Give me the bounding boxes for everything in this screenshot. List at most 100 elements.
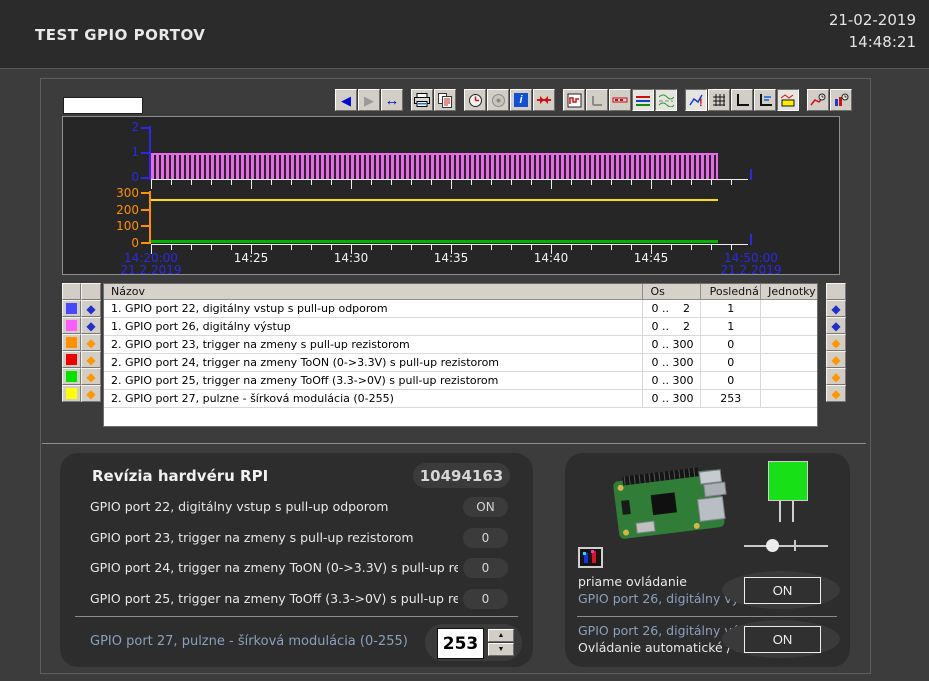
copy-icon[interactable] (434, 89, 456, 111)
gpio22-label: GPIO port 22, digitálny vstup s pull-up … (90, 497, 458, 517)
auto-control-line2: Ovládanie automatické / dialógové (578, 639, 745, 656)
slider-handle[interactable] (766, 539, 779, 552)
date-display: 21-02-2019 (829, 9, 916, 31)
table-row[interactable]: 1. GPIO port 26, digitálny výstup0 .. 21 (104, 318, 817, 336)
gpio25-label: GPIO port 25, trigger na zmeny ToOff (3.… (90, 589, 458, 609)
grid-icon[interactable] (708, 89, 730, 111)
gpio26-panel: priame ovládanie GPIO port 26, digitálny… (565, 453, 850, 667)
series-marker-button[interactable] (81, 334, 101, 351)
fit-time-axis-icon[interactable]: ↔ (381, 89, 403, 111)
series-marker-button[interactable] (81, 385, 101, 402)
series-color-swatch (66, 303, 77, 314)
trends-list-icon[interactable] (632, 89, 654, 111)
col-header-posledna[interactable]: Posledná (701, 284, 761, 300)
print-icon[interactable] (411, 89, 433, 111)
series-marker-button[interactable] (81, 300, 101, 317)
spinner-up-icon[interactable] (488, 629, 514, 642)
cursor-icon[interactable] (609, 89, 631, 111)
gpio26-auto-on-button[interactable]: ON (744, 626, 821, 653)
digital-axis-end-tick (750, 169, 752, 180)
analog-axis-end-tick (750, 234, 752, 245)
forward-icon[interactable]: ▶ (358, 89, 380, 111)
axes-icon[interactable] (731, 89, 753, 111)
slider-track[interactable] (744, 545, 828, 547)
trend-chart[interactable]: 2 1 0 300 200 100 0 14:25 14:30 14:35 14… (62, 116, 840, 275)
series-color-button[interactable] (62, 317, 81, 334)
smoothed-curves-icon[interactable] (655, 89, 677, 111)
marks-icon[interactable] (533, 89, 555, 111)
series-marker-button[interactable] (81, 317, 101, 334)
diamond-icon (831, 337, 840, 349)
series-color-button[interactable] (62, 351, 81, 368)
hw-revision-value: 10494163 (413, 463, 510, 488)
table-row[interactable]: 1. GPIO port 22, digitálny vstup s pull-… (104, 300, 817, 318)
marker-header-cell[interactable] (826, 283, 846, 300)
series-color-swatch (66, 371, 77, 382)
marker-header-cell[interactable] (81, 283, 101, 300)
table-row[interactable]: 2. GPIO port 25, trigger na zmeny ToOff … (104, 372, 817, 390)
trigger-series-gpio25 (151, 240, 718, 243)
series-marker-button[interactable] (826, 368, 846, 385)
x-tick-label: 14:25 (221, 251, 281, 265)
analog-axis-tick: 300 (107, 187, 139, 199)
digital-axis-tick: 1 (113, 146, 139, 158)
trend-name-box[interactable] (63, 97, 143, 114)
series-color-button[interactable] (62, 300, 81, 317)
x-tick-label: 14:40 (521, 251, 581, 265)
info-icon[interactable]: i (510, 89, 532, 111)
series-color-swatch (66, 388, 77, 399)
auto-control-line1: GPIO port 26, digitálny výstup (578, 622, 745, 639)
table-row[interactable]: 2. GPIO port 23, trigger na zmeny s pull… (104, 336, 817, 354)
series-marker-button[interactable] (826, 300, 846, 317)
series-marker-button[interactable] (826, 351, 846, 368)
gpio-control-panel: Revízia hardvéru RPI 10494163 GPIO port … (60, 453, 533, 667)
series-table: Názov Os Posledná Jednotky 1. GPIO port … (103, 283, 818, 427)
time-display: 14:48:21 (829, 31, 916, 53)
table-header-row: Názov Os Posledná Jednotky (104, 284, 817, 300)
diamond-icon (86, 354, 95, 366)
panel-divider (75, 616, 518, 617)
legend-icon[interactable] (777, 89, 799, 111)
series-marker-button[interactable] (81, 368, 101, 385)
series-color-button[interactable] (62, 368, 81, 385)
diamond-icon (86, 337, 95, 349)
series-marker-button[interactable] (826, 385, 846, 402)
col-header-nazov[interactable]: Názov (104, 284, 643, 300)
trend-toolbar: ◀ ▶ ↔ i ! (335, 89, 852, 111)
series-color-button[interactable] (62, 385, 81, 402)
back-icon[interactable]: ◀ (335, 89, 357, 111)
series-marker-button[interactable] (826, 317, 846, 334)
alarm-trend-icon[interactable]: ! (685, 89, 707, 111)
table-row[interactable]: 2. GPIO port 27, pulzne - šírková modulá… (104, 390, 817, 408)
table-row[interactable]: 2. GPIO port 24, trigger na zmeny ToON (… (104, 354, 817, 372)
gpio25-value[interactable]: 0 (463, 589, 508, 609)
gpio23-value[interactable]: 0 (463, 528, 508, 548)
zoom-out-icon[interactable] (586, 89, 608, 111)
zoom-icon[interactable] (563, 89, 585, 111)
col-header-jednotky[interactable]: Jednotky (761, 284, 817, 300)
series-marker-button[interactable] (826, 334, 846, 351)
current-time-icon[interactable] (487, 89, 509, 111)
swatch-header-cell[interactable] (62, 283, 81, 300)
spinner-down-icon[interactable] (488, 643, 514, 656)
history-bars-icon[interactable] (830, 89, 852, 111)
series-color-swatch (66, 320, 77, 331)
series-marker-button[interactable] (81, 351, 101, 368)
time-range-icon[interactable] (464, 89, 486, 111)
gpio22-state[interactable]: ON (463, 497, 508, 517)
gpio24-label: GPIO port 24, trigger na zmeny ToON (0->… (90, 558, 458, 578)
chart-shortcut-icon[interactable] (578, 547, 603, 568)
panel-divider (577, 616, 837, 617)
diamond-icon (831, 354, 840, 366)
pulse-series-gpio26 (151, 153, 718, 179)
axes-description-icon[interactable] (754, 89, 776, 111)
history-trend-icon[interactable] (807, 89, 829, 111)
led-leg (792, 500, 794, 522)
diamond-icon (831, 303, 840, 315)
series-color-button[interactable] (62, 334, 81, 351)
gpio24-value[interactable]: 0 (463, 558, 508, 578)
gpio26-direct-on-button[interactable]: ON (744, 577, 821, 604)
col-header-os[interactable]: Os (643, 284, 701, 300)
x-tick-label: 14:45 (621, 251, 681, 265)
pwm-value-input[interactable]: 253 (437, 628, 484, 659)
